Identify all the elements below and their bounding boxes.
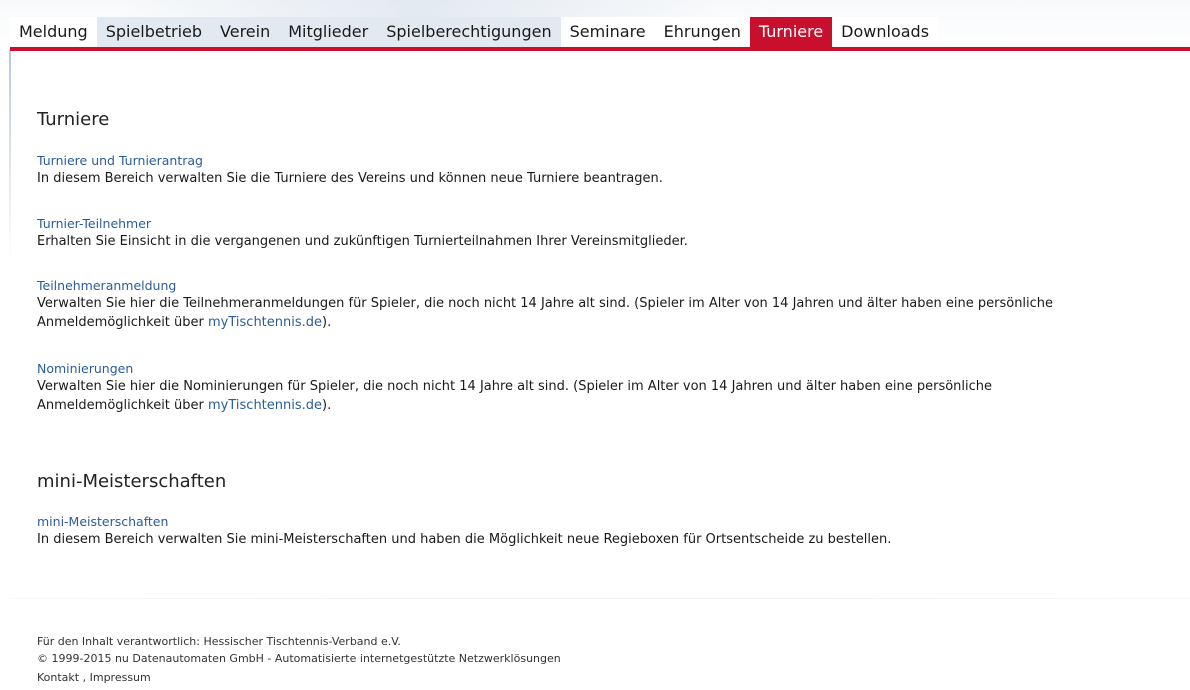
nav-item-ehrungen[interactable]: Ehrungen — [654, 17, 750, 47]
kontakt-link[interactable]: Kontakt — [37, 671, 79, 684]
link-nominierungen[interactable]: Nominierungen — [37, 361, 133, 376]
desc-turniere-und-turnierantrag: In diesem Bereich verwalten Sie die Turn… — [37, 171, 663, 186]
mytischtennis-link[interactable]: myTischtennis.de — [208, 398, 322, 413]
footer-responsible: Für den Inhalt verantwortlich: Hessische… — [37, 635, 401, 648]
desc-teilnehmeranmeldung-line2: Anmeldemöglichkeit über myTischtennis.de… — [37, 313, 331, 332]
section-heading-turniere: Turniere — [37, 109, 110, 130]
desc-teilnehmeranmeldung-line1: Verwalten Sie hier die Teilnehmeranmeldu… — [37, 296, 1054, 311]
desc-nominierungen-line2: Anmeldemöglichkeit über myTischtennis.de… — [37, 396, 331, 415]
nav-item-downloads[interactable]: Downloads — [832, 17, 939, 47]
header-gradient-decoration — [120, 0, 720, 18]
desc-mini-meisterschaften: In diesem Bereich verwalten Sie mini-Mei… — [37, 532, 892, 547]
left-border-decoration — [9, 51, 11, 261]
link-turniere-und-turnierantrag[interactable]: Turniere und Turnierantrag — [37, 153, 203, 168]
desc-nominierungen-line1: Verwalten Sie hier die Nominierungen für… — [37, 379, 993, 394]
nav-item-mitglieder[interactable]: Mitglieder — [279, 17, 378, 47]
link-mini-meisterschaften[interactable]: mini-Meisterschaften — [37, 514, 168, 529]
link-teilnehmeranmeldung[interactable]: Teilnehmeranmeldung — [37, 278, 176, 293]
nav-item-spielbetrieb[interactable]: Spielbetrieb — [96, 17, 212, 47]
desc-nominierungen-prefix: Anmeldemöglichkeit über — [37, 398, 209, 413]
impressum-link[interactable]: Impressum — [90, 671, 151, 684]
footer-links: Kontakt , Impressum — [37, 671, 151, 684]
footer-divider — [10, 598, 1190, 599]
desc-turnier-teilnehmer: Erhalten Sie Einsicht in die vergangenen… — [37, 234, 688, 249]
section-heading-mini-meisterschaften: mini-Meisterschaften — [37, 471, 227, 492]
desc-teilnehmeranmeldung-suffix: ). — [322, 315, 332, 330]
nav-item-spielberechtigungen[interactable]: Spielberechtigungen — [377, 17, 561, 47]
nav-item-verein[interactable]: Verein — [211, 17, 280, 47]
nav-item-meldung[interactable]: Meldung — [10, 17, 97, 47]
desc-nominierungen-suffix: ). — [322, 398, 332, 413]
mytischtennis-link[interactable]: myTischtennis.de — [208, 315, 322, 330]
footer-copyright: © 1999-2015 nu Datenautomaten GmbH - Aut… — [37, 652, 561, 665]
desc-teilnehmeranmeldung-prefix: Anmeldemöglichkeit über — [37, 315, 209, 330]
link-turnier-teilnehmer[interactable]: Turnier-Teilnehmer — [37, 216, 151, 231]
nav-item-turniere[interactable]: Turniere — [749, 17, 833, 47]
footer-link-separator: , — [79, 671, 90, 684]
nav-underline — [10, 47, 1190, 51]
main-nav: Meldung Spielbetrieb Verein Mitglieder S… — [10, 17, 939, 47]
nav-item-seminare[interactable]: Seminare — [560, 17, 655, 47]
